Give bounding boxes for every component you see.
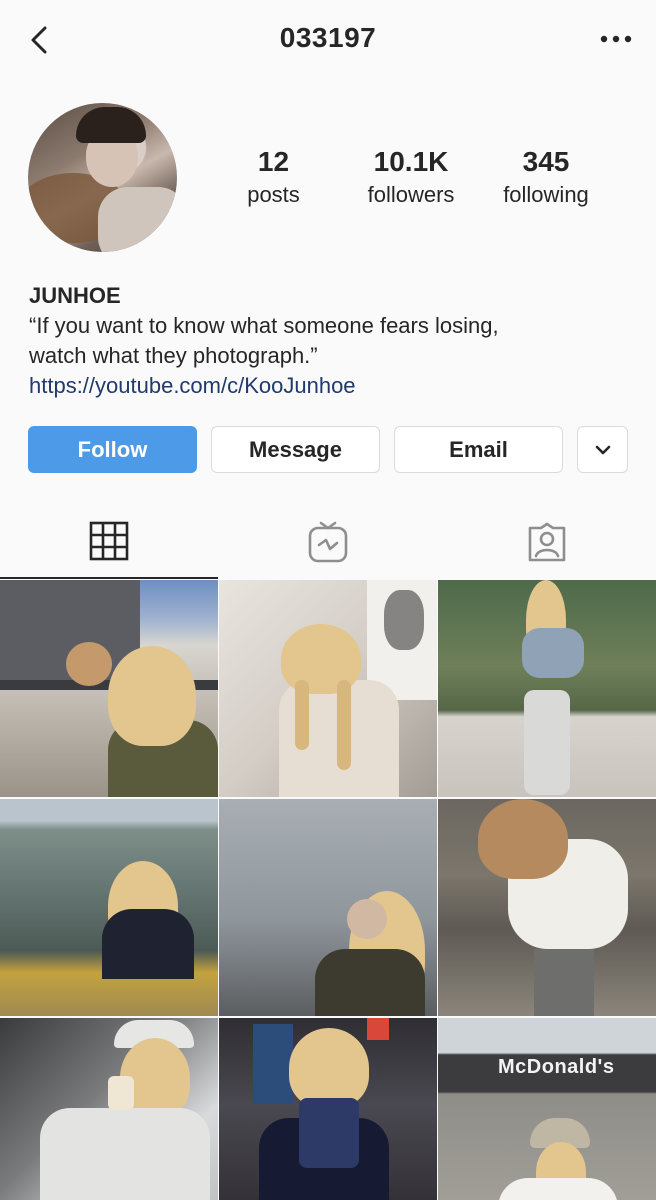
mcdonalds-sign-text: McDonald's xyxy=(498,1056,615,1078)
bio-text-line-2: watch what they photograph.” xyxy=(29,343,318,368)
bio-text-line-1: “If you want to know what someone fears … xyxy=(29,313,499,338)
posts-count: 12 xyxy=(257,146,290,177)
following-stat[interactable]: 345 following xyxy=(486,146,606,208)
post-thumbnail-6[interactable] xyxy=(438,799,656,1016)
post-thumbnail-8[interactable] xyxy=(219,1018,437,1200)
post-thumbnail-7[interactable] xyxy=(0,1018,218,1200)
posts-stat[interactable]: 12 posts xyxy=(226,146,321,208)
profile-bio: JUNHOE “If you want to know what someone… xyxy=(29,281,629,401)
message-button[interactable]: Message xyxy=(211,426,380,473)
posts-grid: McDonald's xyxy=(0,580,656,1200)
post-thumbnail-1[interactable] xyxy=(0,580,218,797)
top-bar: 033197 xyxy=(0,0,656,80)
more-options-icon[interactable] xyxy=(596,24,636,54)
posts-label: posts xyxy=(247,182,300,207)
tab-igtv[interactable] xyxy=(219,505,437,579)
grid-icon xyxy=(89,521,129,561)
following-label: following xyxy=(503,182,589,207)
followers-stat[interactable]: 10.1K followers xyxy=(346,146,476,208)
profile-avatar[interactable] xyxy=(28,103,177,252)
following-count: 345 xyxy=(522,146,570,177)
followers-count: 10.1K xyxy=(373,146,449,177)
igtv-icon xyxy=(308,521,348,563)
suggested-accounts-button[interactable] xyxy=(577,426,628,473)
profile-display-name: JUNHOE xyxy=(29,283,121,308)
profile-tabs xyxy=(0,505,656,579)
tab-tagged[interactable] xyxy=(438,505,656,579)
followers-label: followers xyxy=(367,182,455,207)
post-thumbnail-3[interactable] xyxy=(438,580,656,797)
follow-button[interactable]: Follow xyxy=(28,426,197,473)
profile-link[interactable]: https://youtube.com/c/KooJunhoe xyxy=(29,371,629,401)
chevron-down-icon xyxy=(595,445,610,454)
tagged-user-icon xyxy=(528,522,566,562)
email-button[interactable]: Email xyxy=(394,426,563,473)
tab-posts-grid[interactable] xyxy=(0,505,218,579)
profile-stats: 12 posts 10.1K followers 345 following xyxy=(206,146,616,216)
post-thumbnail-5[interactable] xyxy=(219,799,437,1016)
profile-username: 033197 xyxy=(279,22,377,53)
post-thumbnail-4[interactable] xyxy=(0,799,218,1016)
post-thumbnail-2[interactable] xyxy=(219,580,437,797)
post-thumbnail-9[interactable]: McDonald's xyxy=(438,1018,656,1200)
